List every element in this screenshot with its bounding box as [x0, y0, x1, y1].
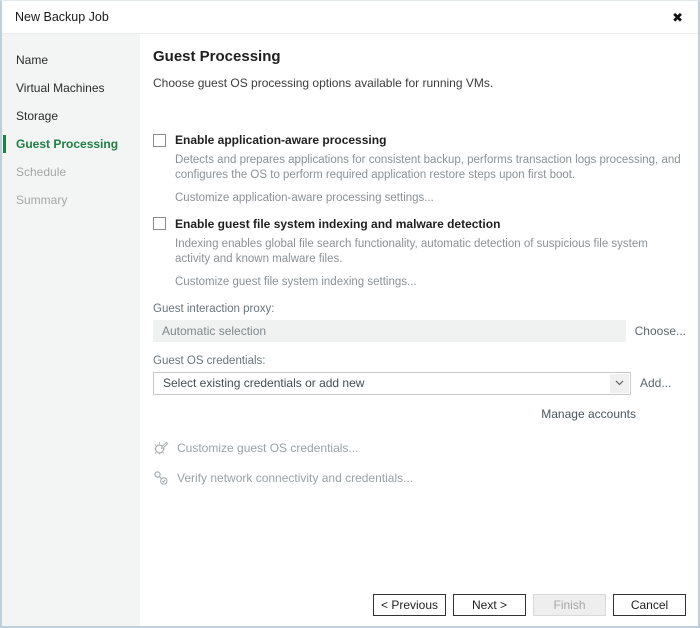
- credentials-selected-value: Select existing credentials or add new: [163, 376, 610, 390]
- sidebar-item-name[interactable]: Name: [2, 46, 140, 74]
- sidebar-item-schedule: Schedule: [2, 158, 140, 186]
- titlebar: New Backup Job ✖: [2, 1, 698, 34]
- verify-connectivity-link: Verify network connectivity and credenti…: [177, 471, 413, 485]
- application-aware-description: Detects and prepares applications for co…: [175, 153, 686, 183]
- sidebar-item-virtual-machines[interactable]: Virtual Machines: [2, 74, 140, 102]
- file-indexing-label[interactable]: Enable guest file system indexing and ma…: [175, 217, 500, 231]
- chevron-down-icon[interactable]: [610, 374, 629, 393]
- page-title: Guest Processing: [153, 48, 686, 65]
- application-aware-section: Enable application-aware processing Dete…: [153, 133, 686, 204]
- verify-connectivity-row: Verify network connectivity and credenti…: [153, 470, 686, 486]
- customize-indexing-link: Customize guest file system indexing set…: [175, 276, 686, 288]
- wizard-steps-sidebar: Name Virtual Machines Storage Guest Proc…: [2, 34, 140, 626]
- guest-os-credentials-dropdown[interactable]: Select existing credentials or add new: [153, 372, 631, 395]
- network-check-icon: [153, 470, 169, 486]
- choose-button: Choose...: [635, 324, 686, 338]
- guest-interaction-proxy-field: Automatic selection: [153, 320, 626, 342]
- customize-app-aware-link: Customize application-aware processing s…: [175, 192, 686, 204]
- manage-accounts-link[interactable]: Manage accounts: [541, 407, 636, 421]
- cancel-button[interactable]: Cancel: [613, 594, 686, 616]
- gear-pencil-icon: [153, 440, 169, 456]
- next-button[interactable]: Next >: [453, 594, 526, 616]
- application-aware-checkbox[interactable]: [153, 134, 166, 147]
- application-aware-label[interactable]: Enable application-aware processing: [175, 133, 386, 147]
- window-title: New Backup Job: [15, 10, 109, 24]
- customize-credentials-row: Customize guest OS credentials...: [153, 440, 686, 456]
- guest-os-credentials-label: Guest OS credentials:: [153, 355, 686, 367]
- sidebar-item-summary: Summary: [2, 186, 140, 214]
- add-button[interactable]: Add...: [640, 376, 686, 390]
- wizard-footer: < Previous Next > Finish Cancel: [373, 594, 686, 616]
- close-icon[interactable]: ✖: [669, 9, 686, 26]
- customize-credentials-link: Customize guest OS credentials...: [177, 441, 358, 455]
- guest-interaction-proxy-label: Guest interaction proxy:: [153, 303, 686, 315]
- content-panel: Guest Processing Choose guest OS process…: [140, 34, 698, 626]
- sidebar-item-storage[interactable]: Storage: [2, 102, 140, 130]
- page-subtitle: Choose guest OS processing options avail…: [153, 76, 686, 90]
- file-indexing-checkbox[interactable]: [153, 217, 166, 230]
- previous-button[interactable]: < Previous: [373, 594, 446, 616]
- finish-button: Finish: [533, 594, 606, 616]
- new-backup-job-dialog: New Backup Job ✖ Name Virtual Machines S…: [0, 0, 700, 628]
- file-indexing-section: Enable guest file system indexing and ma…: [153, 217, 686, 288]
- sidebar-item-guest-processing[interactable]: Guest Processing: [2, 130, 140, 158]
- file-indexing-description: Indexing enables global file search func…: [175, 237, 686, 267]
